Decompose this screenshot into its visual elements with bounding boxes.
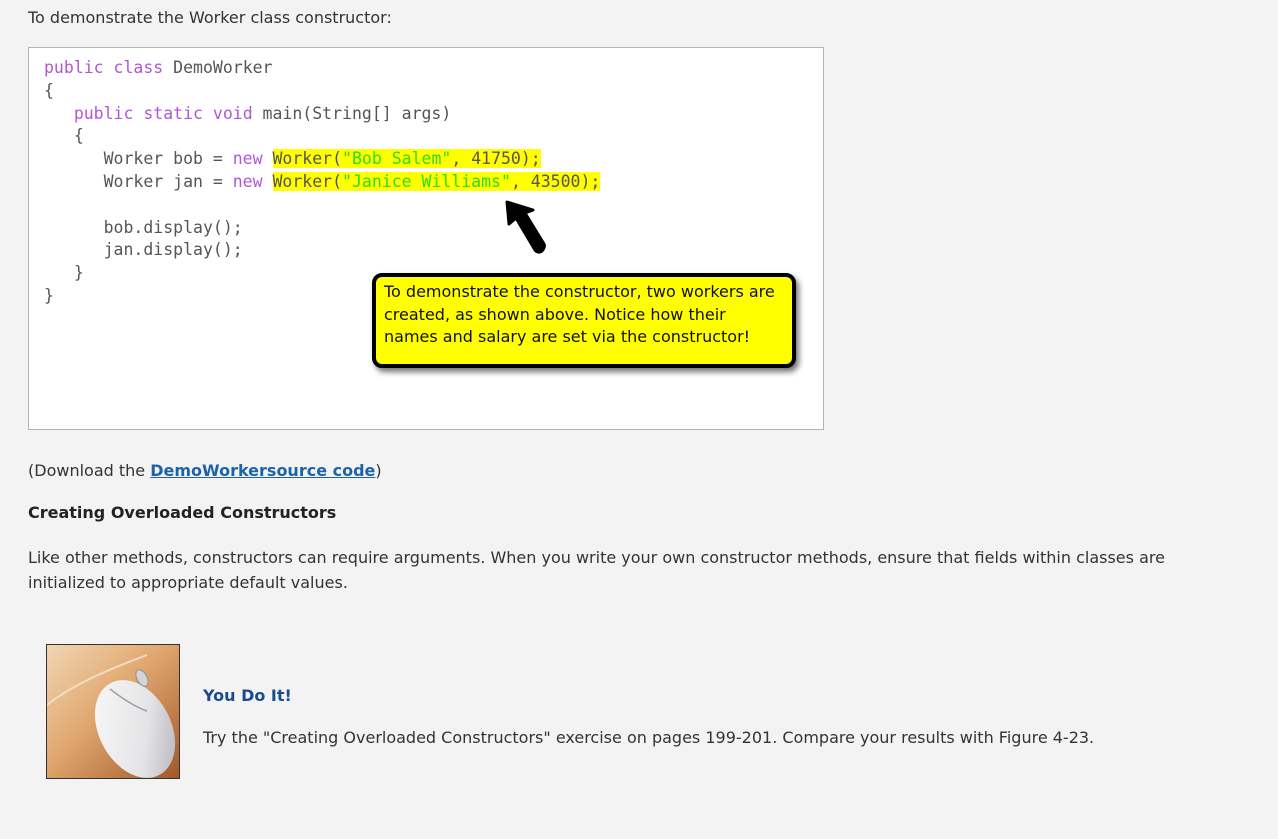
computer-mouse-photo bbox=[46, 644, 180, 779]
download-suffix: ) bbox=[375, 461, 382, 480]
arrow-pointer-icon bbox=[505, 200, 546, 254]
intro-text: To demonstrate the Worker class construc… bbox=[28, 8, 392, 27]
code-keyword: new bbox=[232, 149, 263, 169]
code-keyword: public static void bbox=[73, 103, 253, 123]
section-heading: Creating Overloaded Constructors bbox=[28, 503, 337, 522]
you-do-it-text: Try the "Creating Overloaded Constructor… bbox=[203, 728, 1095, 747]
code-text: , 41750); bbox=[451, 149, 541, 169]
you-do-it-title: You Do It! bbox=[203, 686, 292, 705]
computer-mouse-icon bbox=[47, 645, 179, 778]
code-text: Worker jan = bbox=[103, 171, 233, 191]
code-text: { bbox=[73, 126, 84, 146]
download-prefix: (Download the bbox=[28, 461, 151, 480]
highlighted-constructor-call: Worker("Bob Salem", 41750); bbox=[272, 149, 541, 169]
code-text: Worker( bbox=[272, 171, 343, 191]
code-text: bob.display(); bbox=[103, 217, 243, 237]
code-text: DemoWorker bbox=[163, 58, 273, 77]
code-text: { bbox=[44, 80, 54, 100]
code-text: , 43500); bbox=[510, 171, 601, 191]
code-text: jan.display(); bbox=[103, 240, 243, 260]
code-string: "Bob Salem" bbox=[342, 149, 452, 169]
highlighted-constructor-call: Worker("Janice Williams", 43500); bbox=[272, 171, 601, 191]
code-keyword: new bbox=[232, 171, 263, 191]
code-text: Worker bob = bbox=[103, 149, 233, 169]
code-keyword: public class bbox=[44, 58, 164, 77]
code-figure: public class DemoWorker { public static … bbox=[28, 47, 824, 430]
callout-note: To demonstrate the constructor, two work… bbox=[372, 273, 796, 368]
download-source-link[interactable]: DemoWorkersource code bbox=[150, 461, 375, 480]
code-string: "Janice Williams" bbox=[342, 171, 511, 191]
download-line: (Download the DemoWorkersource code) bbox=[28, 461, 382, 480]
code-text: Worker( bbox=[272, 149, 343, 169]
code-text: } bbox=[44, 285, 54, 305]
body-paragraph: Like other methods, constructors can req… bbox=[28, 548, 1165, 592]
code-text: main(String[] args) bbox=[252, 103, 452, 123]
code-listing: public class DemoWorker { public static … bbox=[44, 57, 601, 308]
code-text: } bbox=[73, 263, 84, 283]
